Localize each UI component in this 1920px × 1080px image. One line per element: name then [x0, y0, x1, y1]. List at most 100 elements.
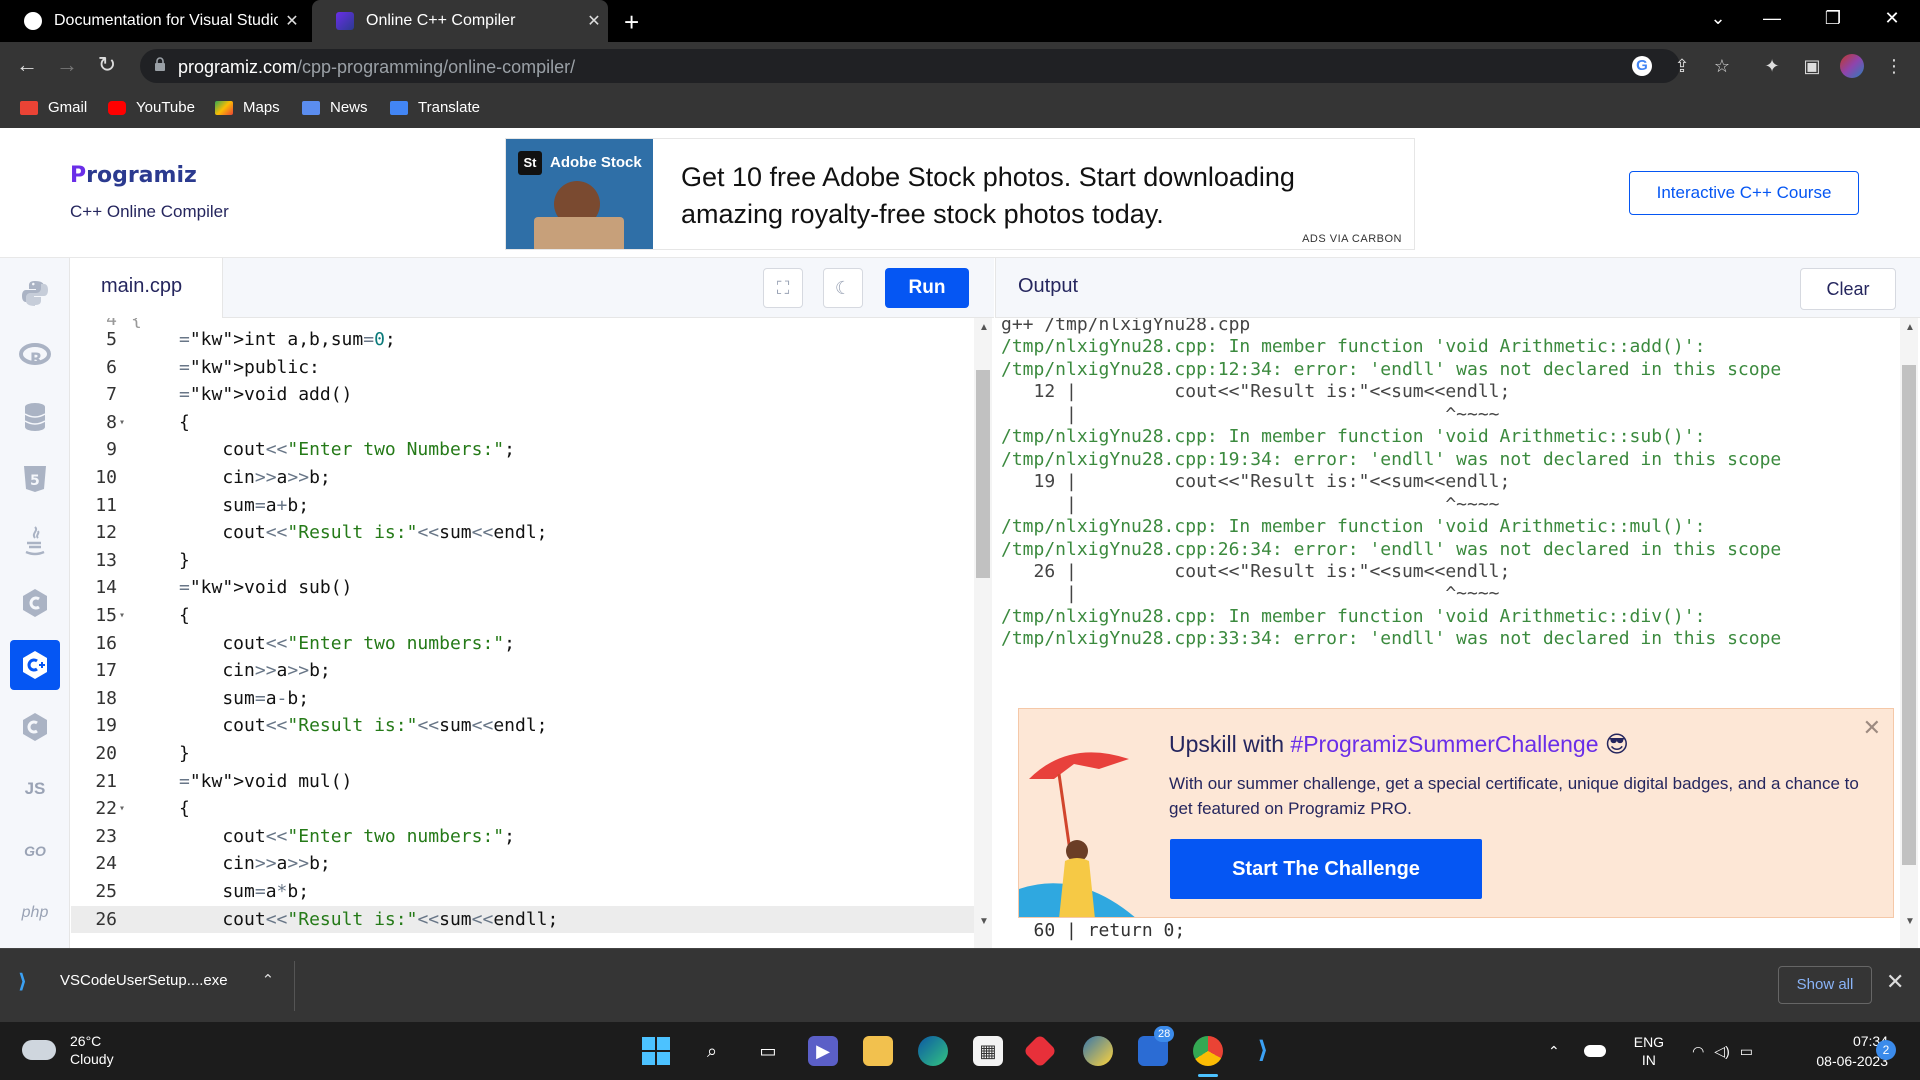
r-icon[interactable]: R: [10, 330, 60, 380]
sql-icon[interactable]: [10, 392, 60, 442]
battery-icon[interactable]: ▭: [1740, 1043, 1753, 1060]
code-editor[interactable]: 4{ 5 ="kw">int a,b,sum=0; 6 ="kw">public: 7 =…: [71, 318, 994, 948]
address-bar[interactable]: programiz.com/cpp-programming/online-com…: [140, 49, 1680, 83]
tab-documentation[interactable]: Documentation for Visual Studio ✕: [0, 0, 306, 42]
file-tab-main[interactable]: main.cpp: [71, 258, 223, 318]
chevron-up-icon[interactable]: ⌃: [262, 971, 275, 989]
mail-icon[interactable]: 28: [1138, 1026, 1175, 1066]
code-line[interactable]: 10 cin>>a>>b;: [71, 464, 981, 492]
javascript-icon[interactable]: JS: [10, 764, 60, 814]
close-icon[interactable]: ✕: [1863, 715, 1881, 741]
weather-widget[interactable]: 26°C Cloudy: [22, 1032, 114, 1068]
scroll-up-arrow[interactable]: ▲: [979, 322, 989, 333]
ad-badge[interactable]: ADS VIA CARBON: [1302, 233, 1402, 245]
code-line[interactable]: 12 cout<<"Result is:"<<sum<<endl;: [71, 519, 981, 547]
back-icon[interactable]: ←: [12, 52, 42, 78]
code-line[interactable]: 20}: [71, 740, 981, 768]
minimize-button[interactable]: —: [1752, 8, 1792, 29]
store-icon[interactable]: ▦: [973, 1036, 1003, 1066]
start-challenge-button[interactable]: Start The Challenge: [1170, 839, 1482, 899]
new-tab-button[interactable]: +: [624, 7, 639, 38]
side-panel-icon[interactable]: ▣: [1800, 54, 1824, 78]
run-button[interactable]: Run: [885, 268, 969, 308]
code-line[interactable]: 23 cout<<"Enter two numbers:";: [71, 823, 981, 851]
code-line[interactable]: 11 sum=a+b;: [71, 492, 981, 520]
code-line[interactable]: 17 cin>>a>>b;: [71, 657, 981, 685]
editor-scroll-thumb[interactable]: [976, 370, 990, 578]
bookmark-maps[interactable]: Maps: [215, 99, 280, 116]
code-line[interactable]: 6 ="kw">public:: [71, 354, 981, 382]
python-icon[interactable]: [10, 268, 60, 318]
close-icon[interactable]: ✕: [1886, 969, 1904, 995]
go-icon[interactable]: GO: [10, 826, 60, 876]
show-all-button[interactable]: Show all: [1778, 966, 1872, 1004]
fold-arrow-icon[interactable]: ▾: [119, 602, 125, 630]
bookmark-gmail[interactable]: Gmail: [20, 99, 87, 116]
extensions-icon[interactable]: ✦: [1760, 54, 1784, 78]
close-tab-icon[interactable]: ✕: [278, 11, 306, 31]
forward-icon[interactable]: →: [52, 52, 82, 78]
restore-button[interactable]: ❐: [1813, 8, 1853, 29]
c-icon[interactable]: [10, 578, 60, 628]
code-line[interactable]: 18 sum=a-b;: [71, 685, 981, 713]
code-line[interactable]: 19 cout<<"Result is:"<<sum<<endl;: [71, 712, 981, 740]
anydesk-icon[interactable]: [1023, 1034, 1057, 1068]
interactive-course-button[interactable]: Interactive C++ Course: [1629, 171, 1859, 215]
scroll-up-arrow[interactable]: ▲: [1905, 322, 1915, 333]
fullscreen-icon[interactable]: ⛶: [763, 268, 803, 308]
html-icon[interactable]: 5: [10, 454, 60, 504]
ad-text[interactable]: Get 10 free Adobe Stock photos. Start do…: [681, 159, 1381, 233]
php-icon[interactable]: php: [10, 888, 60, 938]
tab-search-icon[interactable]: ⌄: [1698, 8, 1738, 29]
code-line[interactable]: 9 cout<<"Enter two Numbers:";: [71, 436, 981, 464]
fold-arrow-icon[interactable]: ▾: [119, 409, 125, 437]
chrome-icon[interactable]: [1193, 1036, 1223, 1066]
dark-mode-icon[interactable]: ☾: [823, 268, 863, 308]
file-explorer-icon[interactable]: [863, 1036, 893, 1066]
notification-count[interactable]: 2: [1876, 1040, 1896, 1060]
vscode-icon[interactable]: ⟩: [1248, 1036, 1278, 1066]
code-line[interactable]: 16 cout<<"Enter two numbers:";: [71, 630, 981, 658]
bookmark-youtube[interactable]: YouTube: [108, 99, 195, 116]
cpp-icon[interactable]: [10, 640, 60, 690]
download-item[interactable]: ⟩ VSCodeUserSetup....exe ⌃: [18, 969, 275, 993]
bookmark-star-icon[interactable]: ☆: [1710, 54, 1734, 78]
output-scroll-thumb[interactable]: [1902, 365, 1916, 865]
windows-start-icon[interactable]: [641, 1036, 671, 1066]
menu-icon[interactable]: ⋮: [1882, 54, 1906, 78]
chevron-up-icon[interactable]: ⌃: [1548, 1043, 1560, 1060]
edge-icon[interactable]: [918, 1036, 948, 1066]
code-line[interactable]: 7 ="kw">void add(): [71, 381, 981, 409]
onedrive-icon[interactable]: [1583, 1045, 1606, 1057]
wifi-icon[interactable]: ◠: [1692, 1043, 1704, 1060]
close-tab-icon[interactable]: ✕: [580, 11, 608, 31]
bookmark-news[interactable]: News: [302, 99, 368, 116]
carbon-ad[interactable]: St Adobe Stock Get 10 free Adobe Stock p…: [505, 138, 1415, 250]
csharp-icon[interactable]: [10, 702, 60, 752]
code-line[interactable]: 5 ="kw">int a,b,sum=0;: [71, 326, 981, 354]
code-line[interactable]: 24 cin>>a>>b;: [71, 850, 981, 878]
bookmark-translate[interactable]: Translate: [390, 99, 480, 116]
code-line[interactable]: 15 ▾ {: [71, 602, 981, 630]
share-icon[interactable]: ⇪: [1670, 54, 1694, 78]
reload-icon[interactable]: ↻: [92, 52, 122, 78]
fold-arrow-icon[interactable]: ▾: [119, 795, 125, 823]
java-icon[interactable]: [10, 516, 60, 566]
code-line[interactable]: 13}: [71, 547, 981, 575]
teams-chat-icon[interactable]: ▶: [808, 1036, 838, 1066]
task-view-icon[interactable]: ▭: [753, 1036, 783, 1066]
code-line[interactable]: 22 ▾ {: [71, 795, 981, 823]
code-line[interactable]: 8 ▾ {: [71, 409, 981, 437]
code-line[interactable]: 26 cout<<"Result is:"<<sum<<endll;: [71, 905, 981, 934]
python-app-icon[interactable]: [1083, 1036, 1113, 1066]
code-line[interactable]: 14 ="kw">void sub(): [71, 574, 981, 602]
tab-online-compiler[interactable]: Online C++ Compiler ✕: [312, 0, 608, 42]
volume-icon[interactable]: ◁): [1714, 1043, 1729, 1060]
google-lens-icon[interactable]: G: [1632, 56, 1652, 76]
code-line[interactable]: 25 sum=a*b;: [71, 878, 981, 906]
clear-button[interactable]: Clear: [1800, 268, 1896, 310]
profile-avatar[interactable]: [1840, 54, 1864, 78]
scroll-down-arrow[interactable]: ▼: [1905, 916, 1915, 927]
scroll-down-arrow[interactable]: ▼: [979, 916, 989, 927]
code-line[interactable]: 21 ="kw">void mul(): [71, 768, 981, 796]
